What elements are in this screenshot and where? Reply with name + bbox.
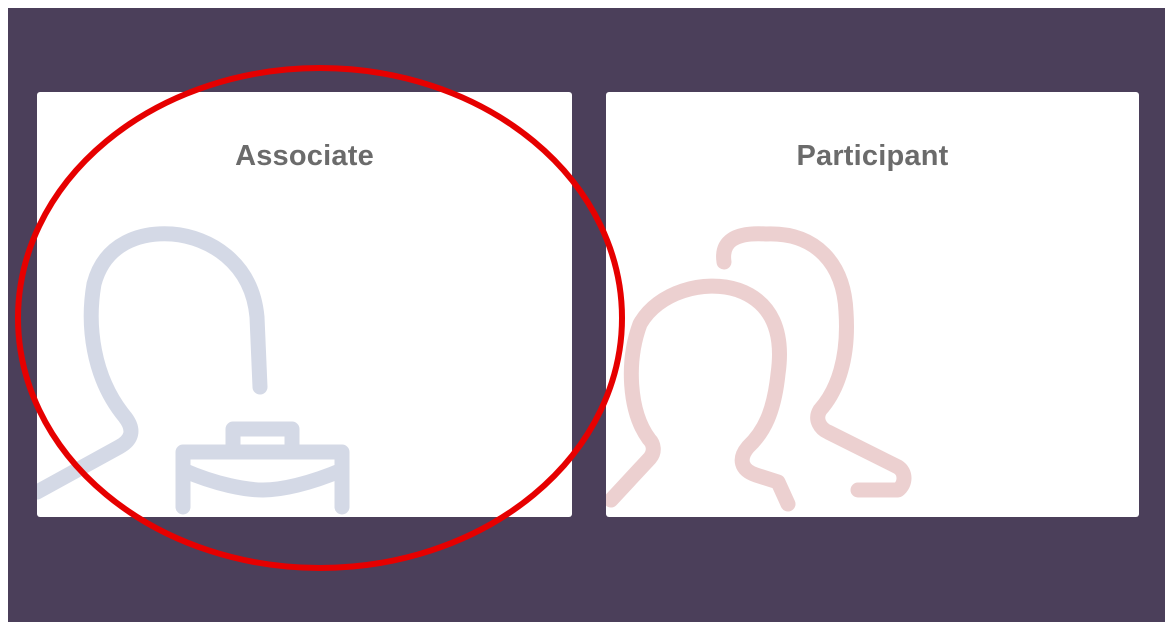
participant-card[interactable]: Participant [606,92,1139,517]
associate-card[interactable]: Associate [37,92,572,517]
participants-group-icon [606,226,912,512]
role-selection-panel: Associate Participant [8,8,1165,622]
associate-briefcase-icon [37,226,350,515]
